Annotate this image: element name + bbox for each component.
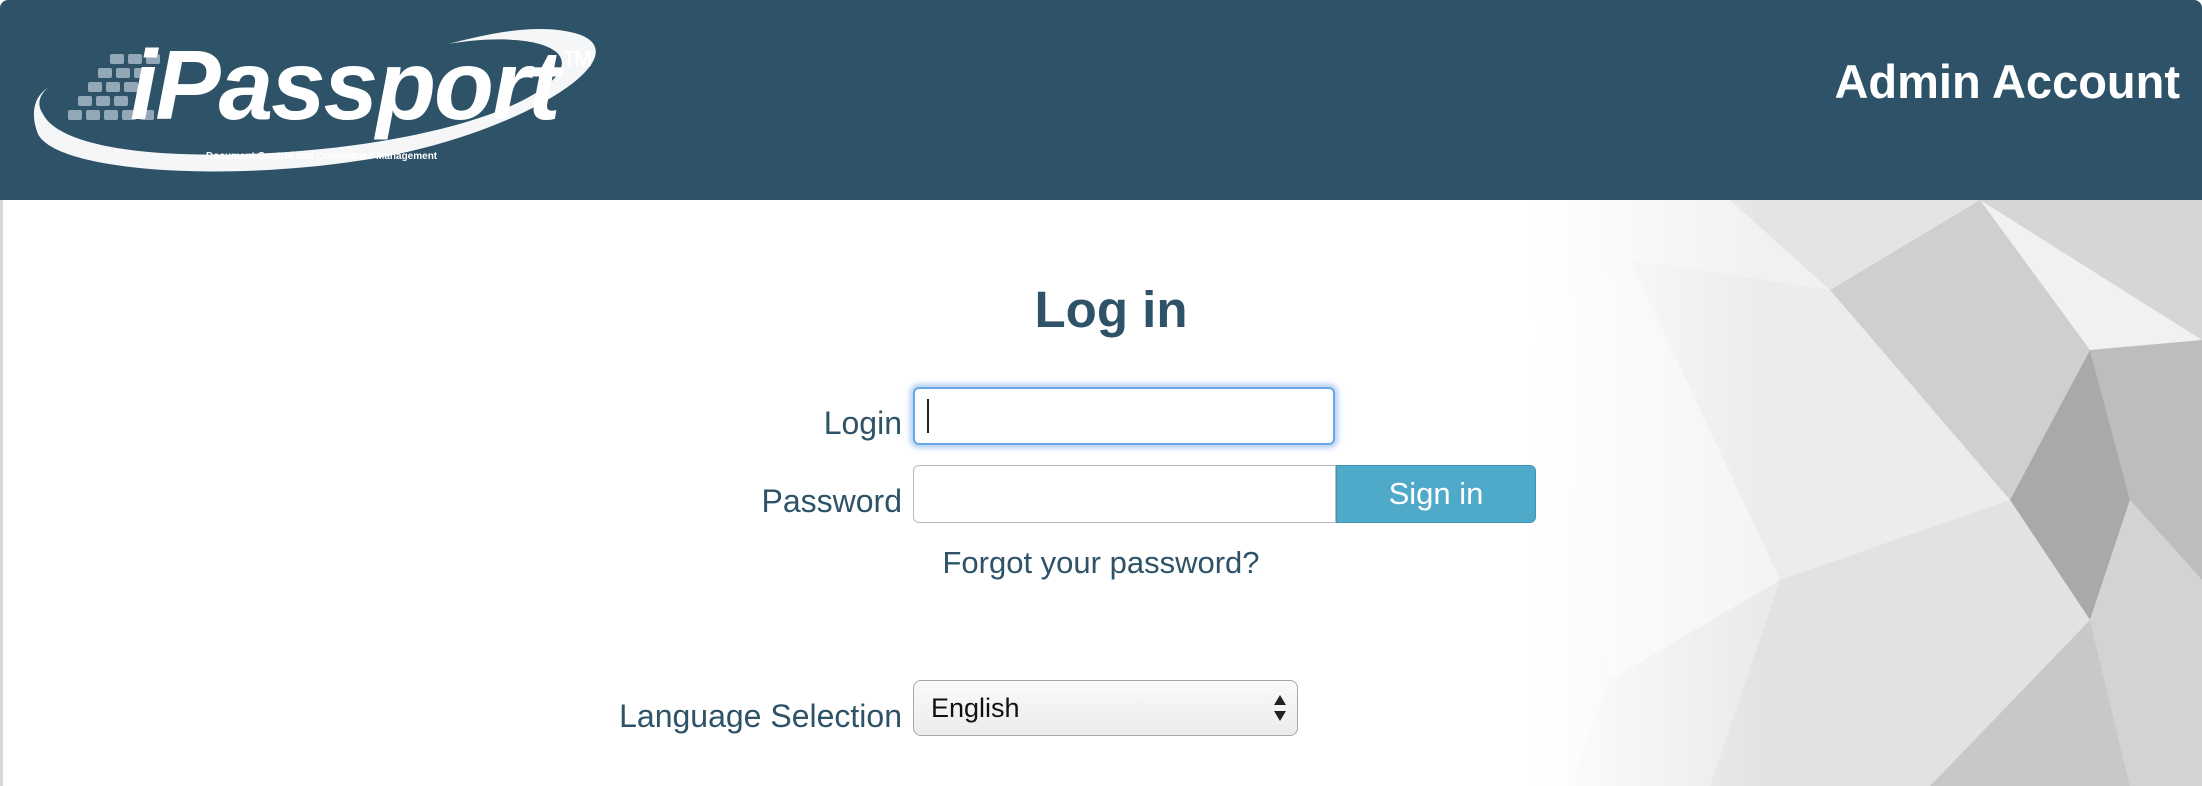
logo-tagline: Document Control and Compliance Manageme… [206,151,438,162]
login-heading: Log in [1034,281,1188,338]
language-selected-value: English [931,693,1020,723]
app-header: iPassport TM Document Control and Complia… [0,0,2202,200]
language-label: Language Selection [619,698,902,734]
forgot-password-row: Forgot your password? [0,545,2202,581]
text-caret [927,399,929,433]
password-input[interactable] [913,465,1336,523]
ipassport-logo: iPassport TM Document Control and Complia… [18,14,618,184]
logo-trademark: TM [562,46,593,71]
account-title: Admin Account [1834,55,2180,108]
forgot-password-link[interactable]: Forgot your password? [942,545,1259,581]
login-input[interactable] [913,387,1335,445]
login-label: Login [823,405,902,441]
login-panel: Log in Login Password Sign in Forgot you… [0,200,2202,786]
sign-in-button[interactable]: Sign in [1336,465,1536,523]
logo-text: iPassport [130,30,561,140]
updown-arrows-icon [1274,695,1286,721]
logo-wordmark: iPassport TM [130,36,592,134]
password-label: Password [761,483,903,519]
language-select[interactable]: English [913,680,1298,736]
login-window: iPassport TM Document Control and Complia… [0,0,2202,786]
